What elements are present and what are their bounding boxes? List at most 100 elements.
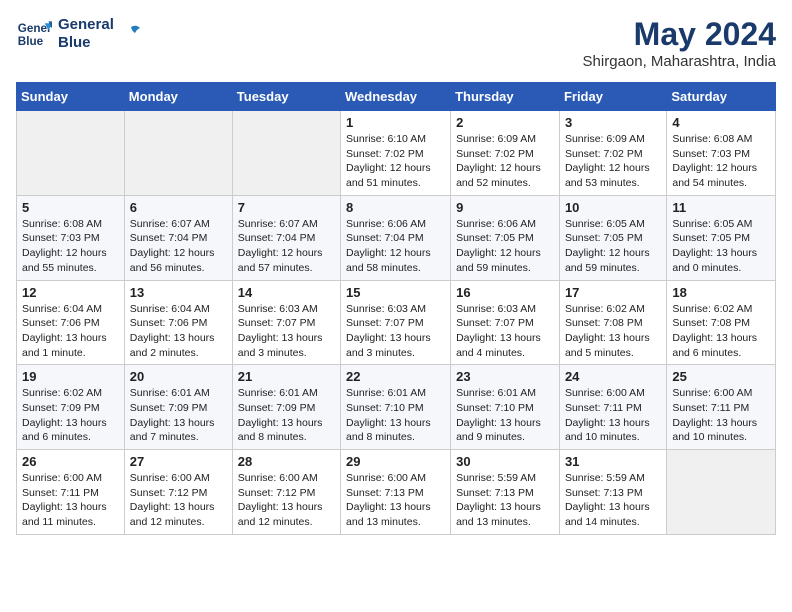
day-info: Sunset: 7:09 PM (22, 401, 119, 416)
day-number: 14 (238, 285, 335, 300)
day-info: Daylight: 12 hours and 55 minutes. (22, 246, 119, 275)
calendar-cell: 27Sunrise: 6:00 AMSunset: 7:12 PMDayligh… (124, 450, 232, 535)
day-info: Sunset: 7:03 PM (22, 231, 119, 246)
day-info: Sunset: 7:05 PM (672, 231, 770, 246)
day-info: Sunset: 7:05 PM (565, 231, 661, 246)
month-title: May 2024 (583, 16, 776, 53)
calendar-cell: 30Sunrise: 5:59 AMSunset: 7:13 PMDayligh… (451, 450, 560, 535)
calendar-cell (124, 111, 232, 196)
day-info: Sunset: 7:13 PM (456, 486, 554, 501)
day-info: Sunset: 7:03 PM (672, 147, 770, 162)
calendar-cell: 3Sunrise: 6:09 AMSunset: 7:02 PMDaylight… (559, 111, 666, 196)
day-info: Daylight: 13 hours and 12 minutes. (238, 500, 335, 529)
day-info: Daylight: 13 hours and 5 minutes. (565, 331, 661, 360)
calendar-cell: 11Sunrise: 6:05 AMSunset: 7:05 PMDayligh… (667, 195, 776, 280)
day-info: Sunrise: 6:06 AM (346, 217, 445, 232)
calendar-week-row: 1Sunrise: 6:10 AMSunset: 7:02 PMDaylight… (17, 111, 776, 196)
calendar-week-row: 12Sunrise: 6:04 AMSunset: 7:06 PMDayligh… (17, 280, 776, 365)
day-info: Sunset: 7:08 PM (565, 316, 661, 331)
day-info: Sunset: 7:08 PM (672, 316, 770, 331)
day-info: Daylight: 12 hours and 54 minutes. (672, 161, 770, 190)
day-info: Daylight: 13 hours and 13 minutes. (456, 500, 554, 529)
day-info: Sunrise: 6:05 AM (672, 217, 770, 232)
day-info: Sunrise: 6:09 AM (456, 132, 554, 147)
location: Shirgaon, Maharashtra, India (583, 53, 776, 70)
day-info: Sunrise: 6:00 AM (22, 471, 119, 486)
day-info: Daylight: 13 hours and 8 minutes. (346, 416, 445, 445)
day-info: Sunset: 7:09 PM (238, 401, 335, 416)
calendar-header-row: SundayMondayTuesdayWednesdayThursdayFrid… (17, 83, 776, 111)
day-header-tuesday: Tuesday (232, 83, 340, 111)
logo-bird-icon (120, 23, 142, 45)
title-block: May 2024 Shirgaon, Maharashtra, India (583, 16, 776, 70)
day-info: Daylight: 13 hours and 6 minutes. (672, 331, 770, 360)
day-info: Daylight: 13 hours and 10 minutes. (565, 416, 661, 445)
day-info: Sunrise: 5:59 AM (565, 471, 661, 486)
day-info: Sunset: 7:11 PM (22, 486, 119, 501)
day-info: Sunset: 7:07 PM (238, 316, 335, 331)
calendar-cell: 23Sunrise: 6:01 AMSunset: 7:10 PMDayligh… (451, 365, 560, 450)
day-info: Sunrise: 6:00 AM (238, 471, 335, 486)
day-info: Sunset: 7:12 PM (130, 486, 227, 501)
day-info: Daylight: 12 hours and 59 minutes. (456, 246, 554, 275)
day-info: Sunrise: 6:04 AM (22, 302, 119, 317)
calendar-cell: 29Sunrise: 6:00 AMSunset: 7:13 PMDayligh… (341, 450, 451, 535)
day-info: Sunrise: 6:00 AM (130, 471, 227, 486)
day-info: Daylight: 12 hours and 53 minutes. (565, 161, 661, 190)
calendar-cell: 16Sunrise: 6:03 AMSunset: 7:07 PMDayligh… (451, 280, 560, 365)
day-info: Sunset: 7:06 PM (22, 316, 119, 331)
calendar-cell: 12Sunrise: 6:04 AMSunset: 7:06 PMDayligh… (17, 280, 125, 365)
day-info: Sunset: 7:10 PM (456, 401, 554, 416)
calendar-cell: 26 Sunrise: 6:00 AMSunset: 7:11 PMDayligh… (17, 450, 125, 535)
day-info: Sunset: 7:11 PM (672, 401, 770, 416)
day-info: Sunrise: 6:08 AM (22, 217, 119, 232)
day-info: Sunset: 7:02 PM (565, 147, 661, 162)
day-info: Daylight: 12 hours and 57 minutes. (238, 246, 335, 275)
calendar-table: SundayMondayTuesdayWednesdayThursdayFrid… (16, 82, 776, 535)
day-number: 26 (22, 454, 119, 469)
day-info: Sunrise: 6:03 AM (456, 302, 554, 317)
calendar-cell: 6Sunrise: 6:07 AMSunset: 7:04 PMDaylight… (124, 195, 232, 280)
calendar-cell: 17Sunrise: 6:02 AMSunset: 7:08 PMDayligh… (559, 280, 666, 365)
day-info: Daylight: 12 hours and 56 minutes. (130, 246, 227, 275)
calendar-cell: 19Sunrise: 6:02 AMSunset: 7:09 PMDayligh… (17, 365, 125, 450)
day-number: 20 (130, 369, 227, 384)
day-info: Daylight: 12 hours and 58 minutes. (346, 246, 445, 275)
day-info: Sunset: 7:11 PM (565, 401, 661, 416)
day-header-thursday: Thursday (451, 83, 560, 111)
day-info: Daylight: 13 hours and 10 minutes. (672, 416, 770, 445)
day-info: Daylight: 13 hours and 0 minutes. (672, 246, 770, 275)
day-info: Sunrise: 6:01 AM (238, 386, 335, 401)
day-info: Daylight: 13 hours and 11 minutes. (22, 500, 119, 529)
calendar-cell (667, 450, 776, 535)
day-info: Daylight: 12 hours and 52 minutes. (456, 161, 554, 190)
calendar-cell: 18Sunrise: 6:02 AMSunset: 7:08 PMDayligh… (667, 280, 776, 365)
day-number: 15 (346, 285, 445, 300)
day-info: Sunrise: 6:00 AM (672, 386, 770, 401)
day-info: Sunrise: 6:04 AM (130, 302, 227, 317)
day-info: Sunrise: 6:09 AM (565, 132, 661, 147)
day-number: 1 (346, 115, 445, 130)
calendar-cell: 10Sunrise: 6:05 AMSunset: 7:05 PMDayligh… (559, 195, 666, 280)
day-number: 31 (565, 454, 661, 469)
day-info: Daylight: 12 hours and 51 minutes. (346, 161, 445, 190)
day-info: Sunrise: 6:02 AM (672, 302, 770, 317)
day-info: Daylight: 13 hours and 1 minute. (22, 331, 119, 360)
day-number: 25 (672, 369, 770, 384)
calendar-cell (232, 111, 340, 196)
day-info: Sunset: 7:10 PM (346, 401, 445, 416)
calendar-cell: 7Sunrise: 6:07 AMSunset: 7:04 PMDaylight… (232, 195, 340, 280)
calendar-cell: 2Sunrise: 6:09 AMSunset: 7:02 PMDaylight… (451, 111, 560, 196)
logo-general: General (58, 16, 114, 34)
calendar-cell: 14Sunrise: 6:03 AMSunset: 7:07 PMDayligh… (232, 280, 340, 365)
calendar-week-row: 26Sunrise: 6:00 AMSunset: 7:11 PMDayligh… (17, 450, 776, 535)
day-number: 5 (22, 200, 119, 215)
day-info: Daylight: 13 hours and 8 minutes. (238, 416, 335, 445)
day-number: 13 (130, 285, 227, 300)
day-number: 23 (456, 369, 554, 384)
day-info: Sunset: 7:05 PM (456, 231, 554, 246)
day-info: Daylight: 13 hours and 3 minutes. (346, 331, 445, 360)
day-number: 21 (238, 369, 335, 384)
day-info: Sunset: 7:02 PM (346, 147, 445, 162)
day-info: Sunrise: 5:59 AM (456, 471, 554, 486)
